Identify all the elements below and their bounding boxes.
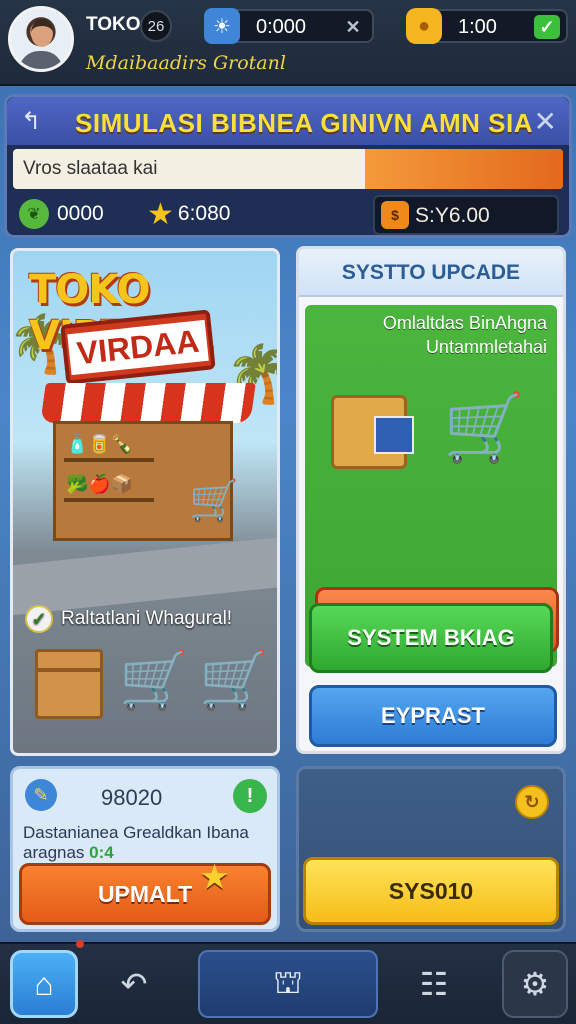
- money-bag-icon: $: [381, 201, 409, 229]
- leaf-icon: ❦: [19, 199, 49, 229]
- coin-icon: ●: [406, 8, 442, 44]
- progress-label: Vros slaataa kai: [23, 158, 158, 179]
- progress-bar: Vros slaataa kai: [13, 149, 563, 189]
- store-sign-text: VIRDAA: [66, 319, 210, 375]
- goods-icon: 🧴🥫🍾: [66, 434, 134, 454]
- crate-icon[interactable]: [35, 649, 103, 719]
- upgrade-desc-line2: Untammletahai: [425, 337, 547, 357]
- sparkle-icon: ★: [201, 861, 228, 894]
- coin-refresh-icon[interactable]: ↻: [515, 785, 549, 819]
- avatar-shirt: [19, 51, 63, 69]
- tagline-text: Raltatlani Whagural!: [61, 608, 233, 629]
- info-icon[interactable]: !: [233, 779, 267, 813]
- store-awning: [40, 383, 256, 423]
- simulation-title: SIMULASI BIBNEA GINIVN AMN SIA: [75, 108, 533, 138]
- bottom-nav: ⌂ ↶ ⛫ ☷ ⚙: [0, 940, 576, 1024]
- upgrade-button-label: UPMALT: [97, 880, 193, 907]
- action-card: ↻ SYS010: [296, 766, 566, 932]
- progress-fill: [365, 149, 563, 189]
- star-icon: ★: [147, 197, 174, 231]
- yellow-action-button[interactable]: SYS010: [303, 857, 559, 925]
- leaf-value: 0000: [57, 202, 104, 225]
- express-button[interactable]: EYPRAST: [309, 685, 557, 747]
- task-desc-text: Dastanianea Grealdkan Ibana aragnas: [23, 823, 249, 862]
- top-bar: TOKO 26 Mdaibaadirs Grotanl ☀ 0:000 ✕ ● …: [0, 0, 576, 86]
- upgrade-header: SYSTTO UPCADE: [299, 249, 563, 297]
- player-title: Mdaibaadirs Grotanl: [86, 52, 286, 74]
- store-tagline: ✓ Raltatlani Whagural!: [25, 603, 232, 635]
- check-icon: ✓: [25, 605, 53, 633]
- simulation-header: ↰ SIMULASI BIBNEA GINIVN AMN SIA ✕: [7, 97, 569, 145]
- weather-icon: ☀: [204, 8, 240, 44]
- task-description: Dastanianea Grealdkan Ibana aragnas 0:4: [23, 823, 273, 863]
- undo-icon[interactable]: ↶: [104, 950, 164, 1018]
- shelf: [64, 498, 154, 502]
- upgrade-desc-line1: Omlaltdas BinAhgna: [382, 313, 547, 333]
- shopping-cart-icon[interactable]: 🛒: [199, 647, 269, 713]
- money-display: $ S:Y6.00: [373, 195, 559, 235]
- shelf: [64, 458, 154, 462]
- player-name: TOKO: [86, 14, 141, 35]
- pencil-icon[interactable]: ✎: [25, 779, 57, 811]
- money-value: S:Y6.00: [415, 204, 490, 227]
- home-icon[interactable]: ⌂: [10, 950, 78, 1018]
- back-arrow-icon[interactable]: ↰: [21, 107, 41, 136]
- check-icon[interactable]: ✓: [534, 15, 560, 39]
- shopping-cart-icon[interactable]: 🛒: [119, 647, 189, 713]
- notification-dot: [76, 940, 84, 948]
- close-x-icon[interactable]: ✕: [340, 15, 366, 39]
- goods-icon: 🥦🍎📦: [66, 474, 134, 494]
- system-button[interactable]: SYSTEM BKIAG: [309, 603, 553, 673]
- store-nav-icon[interactable]: ⛫: [198, 950, 378, 1018]
- list-icon[interactable]: ☷: [404, 950, 464, 1018]
- upgrade-title: SYSTTO UPCADE: [341, 261, 521, 284]
- leaf-stat: ❦ 0000: [19, 197, 104, 231]
- task-badge: 0:4: [89, 843, 114, 862]
- store-panel[interactable]: 🌴 🌴 TOKO VIRTUAL VIRDAA 🧴🥫🍾 🥦🍎📦 🛒 ✓ Ralt…: [10, 248, 280, 756]
- package-box-icon: [331, 395, 414, 469]
- upgrade-panel: SYSTTO UPCADE Omlaltdas BinAhgna Untamml…: [296, 246, 566, 754]
- player-avatar[interactable]: [8, 6, 74, 72]
- weather-resource: ☀ 0:000 ✕: [204, 8, 374, 44]
- close-icon[interactable]: ✕: [534, 105, 557, 138]
- time-value: 1:00: [458, 16, 497, 38]
- gear-icon[interactable]: ⚙: [502, 950, 568, 1018]
- avatar-head: [31, 19, 53, 47]
- weather-value: 0:000: [256, 16, 307, 38]
- star-value: 6:080: [177, 202, 231, 225]
- task-card: ✎ 98020 ! Dastanianea Grealdkan Ibana ar…: [10, 766, 280, 932]
- grocery-cart-icon: 🛒: [443, 390, 526, 464]
- box-label: [374, 416, 414, 454]
- upgrade-button[interactable]: UPMALT ★: [19, 861, 271, 925]
- star-stat: ★ 6:080: [147, 197, 230, 231]
- level-badge: 26: [140, 10, 172, 42]
- simulation-panel: ↰ SIMULASI BIBNEA GINIVN AMN SIA ✕ Vros …: [4, 94, 572, 238]
- cart-icon: 🛒: [189, 479, 239, 523]
- task-value: 98020: [101, 785, 163, 810]
- coin-resource: ● 1:00 ✓: [406, 8, 568, 44]
